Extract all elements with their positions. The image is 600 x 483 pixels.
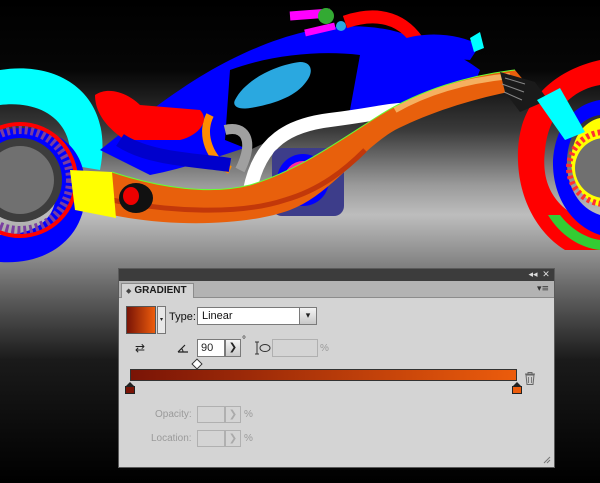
location-label: Location: xyxy=(151,433,192,444)
panel-menu-button[interactable]: ▾≡ xyxy=(536,283,550,295)
opacity-unit: % xyxy=(244,409,253,420)
type-select[interactable]: Linear ▾ xyxy=(197,307,317,325)
tab-gradient[interactable]: ◆ GRADIENT xyxy=(121,283,194,298)
angle-stepper-button[interactable]: ❯ xyxy=(225,339,241,357)
panel-tab-row: ◆ GRADIENT ▾≡ xyxy=(119,281,554,298)
trash-icon[interactable] xyxy=(524,372,536,385)
opacity-label: Opacity: xyxy=(155,409,192,420)
collapse-panel-button[interactable]: ◂◂ xyxy=(527,270,539,280)
type-label: Type: xyxy=(169,311,196,323)
panel-titlebar[interactable]: ◂◂ ✕ xyxy=(119,269,554,281)
tab-gradient-label: GRADIENT xyxy=(134,285,187,296)
degree-symbol: ° xyxy=(242,335,246,346)
gradient-stop-start[interactable] xyxy=(125,382,135,394)
gradient-panel: ◂◂ ✕ ◆ GRADIENT ▾≡ ▾ Type: Linear ▾ ⇄ 90… xyxy=(118,268,555,468)
aspect-ratio-input xyxy=(272,339,318,357)
aspect-ratio-icon xyxy=(255,341,271,355)
aspect-ratio-unit: % xyxy=(320,343,329,354)
resize-grip-icon[interactable] xyxy=(543,456,551,464)
opacity-input xyxy=(197,406,225,423)
swatch-dropdown-button[interactable]: ▾ xyxy=(157,306,166,334)
type-dropdown-button[interactable]: ▾ xyxy=(299,308,316,324)
reverse-gradient-icon[interactable]: ⇄ xyxy=(131,340,149,356)
gradient-fill-swatch[interactable] xyxy=(126,306,156,334)
tab-options-icon: ◆ xyxy=(126,287,132,295)
gradient-midpoint-slider[interactable] xyxy=(191,358,203,370)
close-panel-button[interactable]: ✕ xyxy=(540,270,552,280)
location-stepper-button: ❯ xyxy=(225,430,241,447)
angle-input[interactable]: 90 xyxy=(197,339,225,357)
type-select-value: Linear xyxy=(202,310,233,322)
gradient-stop-end[interactable] xyxy=(512,382,522,394)
rear-wheel xyxy=(0,68,103,263)
opacity-stepper-button: ❯ xyxy=(225,406,241,423)
gradient-slider-ramp[interactable] xyxy=(130,369,517,381)
angle-icon xyxy=(177,344,188,353)
location-unit: % xyxy=(244,433,253,444)
location-input xyxy=(197,430,225,447)
